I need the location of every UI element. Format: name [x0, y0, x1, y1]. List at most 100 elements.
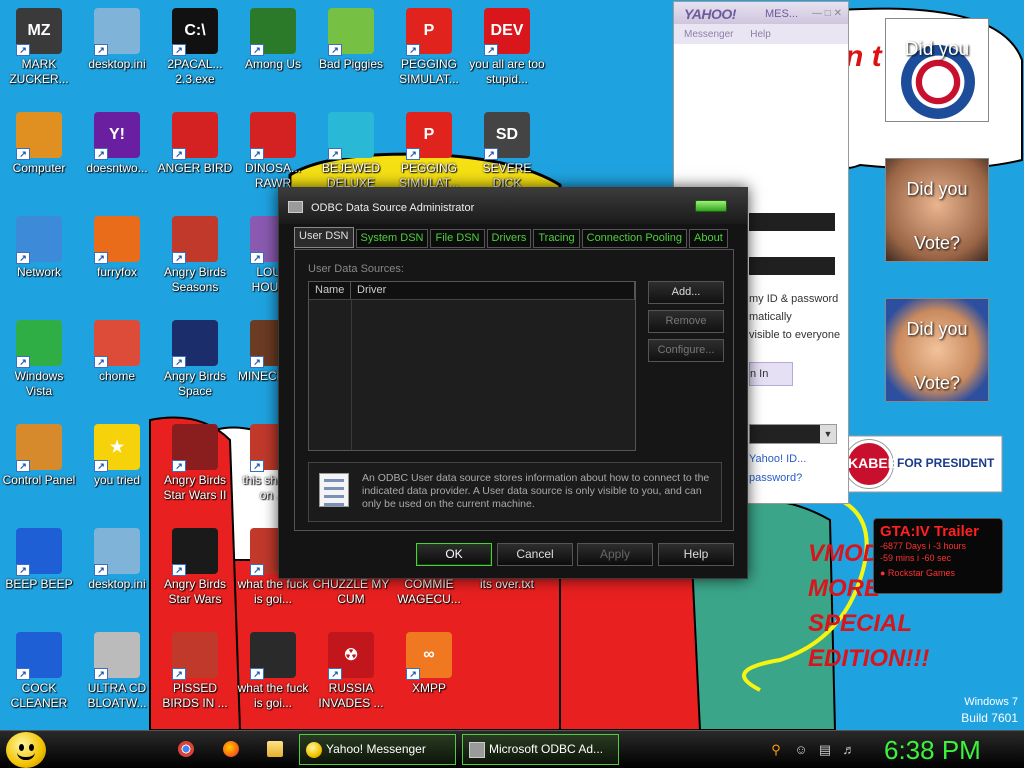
tab-tracing[interactable]: Tracing	[533, 229, 580, 248]
sign-in-button[interactable]: n In	[749, 362, 793, 386]
app-icon: Y! ↗	[94, 112, 140, 160]
desktop-icon[interactable]: Y! ↗ doesntwo...	[78, 112, 156, 176]
desktop-icon-label: desktop.ini	[88, 577, 146, 591]
app-icon: ↗	[16, 112, 62, 160]
invisible-signin-label[interactable]: visible to everyone	[749, 329, 840, 341]
column-header-driver[interactable]: Driver	[351, 282, 635, 299]
app-icon: ↗	[172, 632, 218, 680]
app-icon: ↗	[172, 424, 218, 472]
remember-checkbox-label[interactable]: my ID & password	[749, 293, 838, 305]
desktop-icon[interactable]: ↗ ANGER BIRD	[156, 112, 234, 176]
window-controls[interactable]: — □ ✕	[812, 8, 842, 19]
yahoo-titlebar[interactable]: YAHOO! MES... — □ ✕	[674, 2, 848, 24]
volume-icon[interactable]: ♬	[841, 742, 857, 758]
desktop-icon[interactable]: ↗ Angry Birds Space	[156, 320, 234, 399]
auto-signin-label[interactable]: matically	[749, 311, 792, 323]
desktop-icon-label: ULTRA CD BLOATW...	[87, 681, 147, 710]
taskbar-label: Yahoo! Messenger	[326, 742, 426, 756]
tab-system-dsn[interactable]: System DSN	[355, 229, 429, 248]
tab-file-dsn[interactable]: File DSN	[430, 229, 485, 248]
desktop-icon[interactable]: ↗ desktop.ini	[78, 8, 156, 72]
desktop-icon[interactable]: ↗ BEEP BEEP	[0, 528, 78, 592]
gta-countdown-mins: -59 mins i -60 sec	[880, 553, 952, 563]
desktop-icon[interactable]: ↗ Angry Birds Star Wars	[156, 528, 234, 607]
desktop-icon-label: MARK ZUCKER...	[9, 57, 69, 86]
desktop-icon-label: chome	[98, 369, 136, 383]
desktop-icon[interactable]: ↗ BEJEWED DELUXE	[312, 112, 390, 191]
taskbar-odbc[interactable]: Microsoft ODBC Ad...	[462, 734, 619, 765]
shortcut-arrow-icon: ↗	[406, 148, 420, 160]
status-icon[interactable]: ☺	[793, 742, 809, 758]
shortcut-arrow-icon: ↗	[250, 44, 264, 56]
search-icon[interactable]: ⚲	[768, 742, 784, 758]
close-button[interactable]	[695, 200, 727, 212]
desktop-icon[interactable]: ↗ desktop.ini	[78, 528, 156, 592]
folder-icon[interactable]	[267, 741, 283, 757]
desktop-icon[interactable]: ★ ↗ you tried	[78, 424, 156, 488]
desktop-icon[interactable]: SD ↗ SEVERE DICK	[468, 112, 546, 191]
forgot-id-link[interactable]: Yahoo! ID...	[749, 453, 806, 465]
desktop-icon[interactable]: ↗ Computer	[0, 112, 78, 176]
apply-button[interactable]: Apply	[577, 543, 653, 566]
desktop-icon[interactable]: ↗ chome	[78, 320, 156, 384]
shortcut-arrow-icon: ↗	[94, 460, 108, 472]
desktop-icon[interactable]: ↗ COCK CLEANER	[0, 632, 78, 711]
desktop-icon-label: CHUZZLE MY CUM	[312, 577, 390, 606]
gta-countdown-widget[interactable]: GTA:IV Trailer -6877 Days i -3 hours -59…	[873, 518, 1003, 594]
odbc-app-icon	[288, 201, 303, 213]
desktop-icon[interactable]: P ↗ PEGGING SIMULAT...	[390, 8, 468, 87]
desktop-icon[interactable]: ☢ ↗ RUSSIA INVADES ...	[312, 632, 390, 711]
app-icon: ↗	[94, 528, 140, 576]
taskbar-clock[interactable]: 6:38 PM	[884, 734, 981, 766]
start-button[interactable]	[6, 732, 46, 768]
dialog-titlebar[interactable]: ODBC Data Source Administrator	[279, 188, 747, 224]
firefox-icon[interactable]	[223, 741, 239, 757]
odbc-dialog[interactable]: ODBC Data Source Administrator User DSN …	[278, 187, 748, 579]
app-icon: ↗	[328, 112, 374, 160]
desktop-icon[interactable]: ↗ DINOSA... RAWR	[234, 112, 312, 191]
desktop-icon[interactable]: ↗ Among Us	[234, 8, 312, 72]
forgot-password-link[interactable]: password?	[749, 472, 802, 484]
smiley-mouth	[17, 752, 35, 760]
data-sources-list[interactable]: Name Driver	[308, 281, 636, 451]
cancel-button[interactable]: Cancel	[497, 543, 573, 566]
desktop-icon[interactable]: MZ ↗ MARK ZUCKER...	[0, 8, 78, 87]
yahoo-password-field[interactable]	[749, 257, 835, 275]
add-button[interactable]: Add...	[648, 281, 724, 304]
menu-help[interactable]: Help	[750, 29, 771, 40]
desktop-icon-label: Angry Birds Star Wars	[163, 577, 227, 606]
chrome-icon[interactable]	[178, 741, 194, 757]
desktop-icon[interactable]: ↗ Control Panel	[0, 424, 78, 488]
desktop-icon[interactable]: ↗ Bad Piggies	[312, 8, 390, 72]
status-dropdown[interactable]: ▼	[749, 424, 837, 444]
menu-messenger[interactable]: Messenger	[684, 29, 733, 40]
column-header-name[interactable]: Name	[309, 282, 351, 299]
ok-button[interactable]: OK	[416, 543, 492, 566]
desktop-icon-label: what the fuck is goi...	[237, 577, 309, 606]
app-icon: ↗	[94, 632, 140, 680]
tab-drivers[interactable]: Drivers	[486, 229, 532, 248]
remove-button[interactable]: Remove	[648, 310, 724, 333]
desktop-icon[interactable]: ↗ Angry Birds Seasons	[156, 216, 234, 295]
desktop-icon[interactable]: ∞ ↗ XMPP	[390, 632, 468, 696]
configure-button[interactable]: Configure...	[648, 339, 724, 362]
desktop-icon[interactable]: ↗ Angry Birds Star Wars II	[156, 424, 234, 503]
desktop-icon[interactable]: DEV ↗ you all are too stupid...	[468, 8, 546, 87]
desktop-icon[interactable]: P ↗ PEGGING SIMULAT...	[390, 112, 468, 191]
desktop-icon[interactable]: ↗ PISSED BIRDS IN ...	[156, 632, 234, 711]
tab-about[interactable]: About	[689, 229, 728, 248]
desktop-icon[interactable]: ↗ Windows Vista	[0, 320, 78, 399]
tab-user-dsn[interactable]: User DSN	[294, 227, 354, 248]
desktop-icon[interactable]: ↗ what the fuck is goi...	[234, 632, 312, 711]
taskbar-yahoo-messenger[interactable]: Yahoo! Messenger	[299, 734, 456, 765]
desktop-icon[interactable]: ↗ Network	[0, 216, 78, 280]
yahoo-id-field[interactable]	[749, 213, 835, 231]
desktop-icon-label: COMMIE WAGECU...	[397, 577, 461, 606]
tab-connection-pooling[interactable]: Connection Pooling	[581, 229, 688, 248]
network-icon[interactable]: ▤	[817, 742, 833, 758]
help-button[interactable]: Help	[658, 543, 734, 566]
desktop-icon[interactable]: C:\ ↗ 2PACAL... 2.3.exe	[156, 8, 234, 87]
desktop-icon[interactable]: ↗ furryfox	[78, 216, 156, 280]
desktop-icon[interactable]: ↗ ULTRA CD BLOATW...	[78, 632, 156, 711]
desktop-icon-label: Computer	[12, 161, 66, 175]
